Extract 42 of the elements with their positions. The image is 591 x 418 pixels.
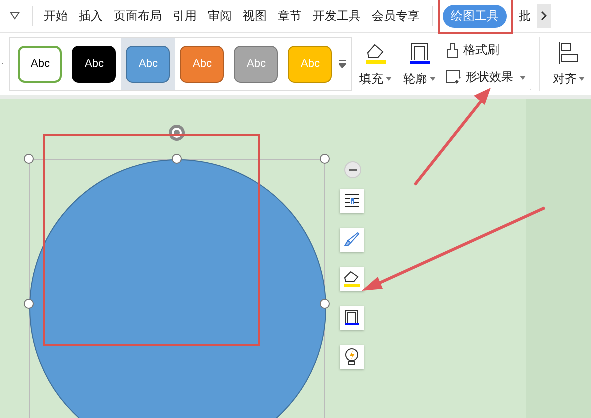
caret-icon bbox=[578, 77, 585, 81]
outline-frame-icon bbox=[408, 40, 432, 64]
resize-handle[interactable] bbox=[172, 154, 182, 164]
shape-effects-icon bbox=[446, 70, 462, 85]
ribbon-tab[interactable]: 视图 bbox=[238, 4, 272, 28]
outline-button[interactable]: 轮廓 bbox=[404, 40, 436, 88]
paintbrush-icon bbox=[446, 42, 460, 58]
more-styles-icon[interactable] bbox=[339, 60, 346, 68]
float-tool-button[interactable] bbox=[340, 345, 364, 369]
ribbon-tab[interactable]: 审阅 bbox=[203, 4, 237, 28]
resize-handle[interactable] bbox=[24, 299, 34, 309]
format-painter-button[interactable]: 格式刷 bbox=[446, 42, 526, 59]
float-tool-button[interactable] bbox=[340, 267, 364, 291]
ribbon-tab[interactable]: 引用 bbox=[168, 4, 202, 28]
outline-frame-icon bbox=[342, 308, 362, 328]
shape-effects-button[interactable]: 形状效果 bbox=[446, 69, 526, 86]
ribbon-tab[interactable]: 批 bbox=[514, 4, 536, 28]
ribbon-tab[interactable]: 会员专享 bbox=[367, 4, 425, 28]
ribbon-tab[interactable]: 章节 bbox=[273, 4, 307, 28]
collapse-icon[interactable] bbox=[344, 161, 362, 179]
ribbon-tab[interactable]: 开发工具 bbox=[308, 4, 366, 28]
fill-bucket-icon bbox=[342, 269, 362, 289]
dropdown-icon[interactable] bbox=[10, 12, 20, 20]
shape-style-swatch[interactable]: Abc bbox=[72, 46, 116, 82]
resize-handle[interactable] bbox=[320, 154, 330, 164]
resize-handle[interactable] bbox=[24, 154, 34, 164]
ribbon-tab[interactable]: 开始 bbox=[39, 4, 73, 28]
ribbon-tab[interactable]: 插入 bbox=[74, 4, 108, 28]
caret-icon bbox=[520, 76, 526, 80]
caret-icon bbox=[430, 77, 436, 81]
align-button[interactable]: 对齐 bbox=[552, 40, 585, 88]
shape-style-swatch[interactable]: Abc bbox=[18, 46, 62, 82]
chevron-right-icon bbox=[541, 11, 547, 21]
ribbon-tab[interactable]: 页面布局 bbox=[109, 4, 167, 28]
scroll-right-button[interactable] bbox=[537, 4, 551, 28]
align-left-icon bbox=[556, 40, 581, 64]
fill-button[interactable]: 填充 bbox=[360, 40, 392, 88]
resize-handle[interactable] bbox=[320, 299, 330, 309]
rotate-handle[interactable] bbox=[168, 124, 186, 142]
float-tool-button[interactable] bbox=[340, 306, 364, 330]
caret-icon bbox=[386, 77, 392, 81]
float-tool-button[interactable] bbox=[340, 189, 364, 213]
